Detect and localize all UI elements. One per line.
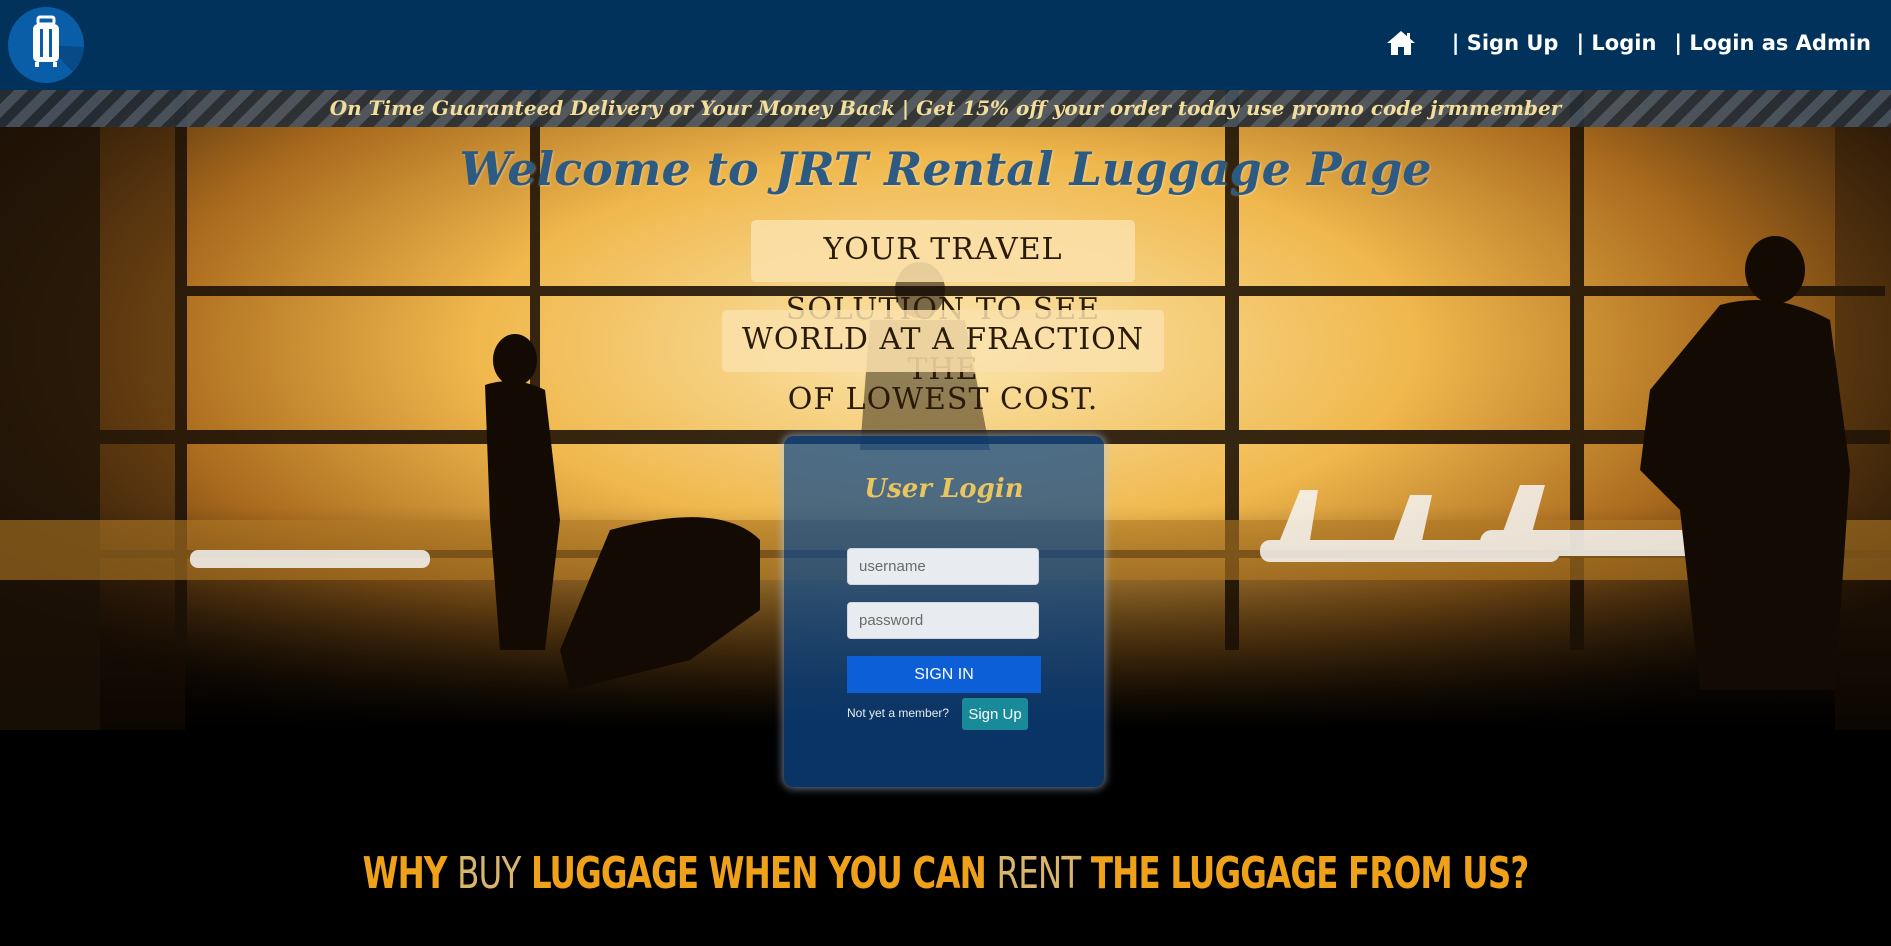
why-part-1: WHY: [362, 848, 458, 899]
tagline-line-2: WORLD AT A FRACTION OF LOWEST COST.: [722, 310, 1164, 417]
why-part-5: THE LUGGAGE FROM US?: [1080, 848, 1529, 899]
sign-up-button[interactable]: Sign Up: [962, 698, 1028, 730]
tagline-line-1: YOUR TRAVEL SOLUTION TO SEE THE: [751, 220, 1135, 387]
login-card: User Login SIGN IN Not yet a member? Sig…: [784, 436, 1104, 787]
nav-admin-login-link[interactable]: | Login as Admin: [1674, 31, 1871, 55]
home-icon[interactable]: [1386, 30, 1416, 56]
username-input[interactable]: [847, 548, 1039, 585]
top-navbar: | Sign Up | Login | Login as Admin: [0, 0, 1891, 90]
nav-signup-link[interactable]: | Sign Up: [1452, 31, 1559, 55]
why-part-buy: BUY: [457, 848, 521, 899]
promo-text: On Time Guaranteed Delivery or Your Mone…: [329, 96, 1562, 120]
why-part-3: LUGGAGE WHEN YOU CAN: [520, 848, 997, 899]
page-title: Welcome to JRT Rental Luggage Page: [459, 142, 1432, 196]
nav-login-link[interactable]: | Login: [1576, 31, 1656, 55]
why-rent-heading: WHY BUY LUGGAGE WHEN YOU CAN RENT THE LU…: [170, 848, 1721, 899]
login-title: User Login: [864, 474, 1024, 504]
not-member-text: Not yet a member?: [847, 706, 950, 720]
suitcase-icon[interactable]: [8, 7, 84, 83]
sign-in-button[interactable]: SIGN IN: [847, 656, 1041, 693]
why-part-rent: RENT: [996, 848, 1081, 899]
password-input[interactable]: [847, 602, 1039, 639]
nav-links: | Sign Up | Login | Login as Admin: [1386, 30, 1871, 56]
